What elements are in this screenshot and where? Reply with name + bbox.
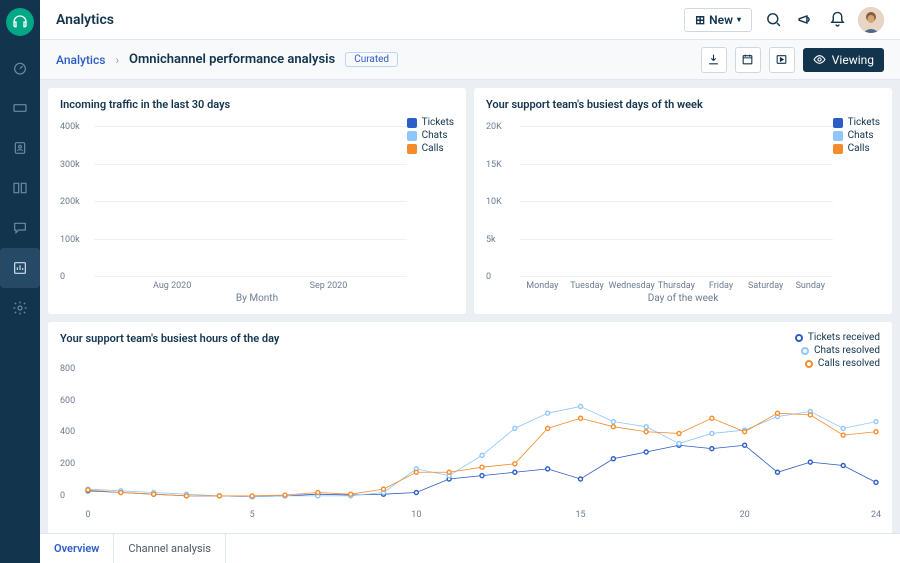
new-button[interactable]: ⊞ New ▾ [684,8,752,32]
legend: Tickets Chats Calls [833,117,880,291]
breadcrumb-root[interactable]: Analytics [56,53,105,67]
viewing-button[interactable]: Viewing [803,48,884,72]
topbar: Analytics ⊞ New ▾ [40,0,900,40]
nav-gauge-icon[interactable] [0,48,40,88]
nav-analytics-icon[interactable] [0,248,40,288]
chart-title: Incoming traffic in the last 30 days [60,98,454,111]
breadcrumb-bar: Analytics › Omnichannel performance anal… [40,40,900,80]
plus-icon: ⊞ [695,13,705,27]
nav-contacts-icon[interactable] [0,128,40,168]
x-axis-label: By Month [60,293,454,304]
download-icon[interactable] [701,47,727,73]
legend-item: Tickets received [795,332,880,343]
legend: Tickets Chats Calls [407,117,454,291]
x-axis-label: Day of the week [486,293,880,304]
legend: Tickets received Chats resolved Calls reso… [795,332,880,369]
chart-title: Your support team's busiest hours of the… [60,332,279,363]
nav-chat-icon[interactable] [0,208,40,248]
chevron-right-icon: › [115,53,119,67]
legend-item: Chats [407,130,454,141]
chart-incoming-traffic: Incoming traffic in the last 30 days 010… [48,88,466,314]
megaphone-icon[interactable] [794,9,816,31]
eye-icon [813,53,826,66]
avatar[interactable] [858,7,884,33]
nav-settings-icon[interactable] [0,288,40,328]
curated-pill: Curated [345,52,398,67]
bottom-tabs: Overview Channel analysis [40,533,900,563]
brand-icon[interactable] [6,8,34,36]
legend-item: Calls resolved [805,358,880,369]
present-icon[interactable] [769,47,795,73]
chevron-down-icon: ▾ [737,15,741,24]
nav-tickets-icon[interactable] [0,88,40,128]
tab-channel-analysis[interactable]: Channel analysis [114,534,226,563]
legend-item: Calls [407,143,454,154]
calendar-icon[interactable] [735,47,761,73]
legend-item: Tickets [833,117,880,128]
legend-item: Chats resolved [801,345,880,356]
legend-item: Chats [833,130,880,141]
search-icon[interactable] [762,9,784,31]
page-title: Analytics [56,12,684,28]
tab-overview[interactable]: Overview [40,534,114,563]
legend-item: Calls [833,143,880,154]
breadcrumb-page: Omnichannel performance analysis [129,52,335,67]
chart-busiest-hours: Your support team's busiest hours of the… [48,322,892,555]
legend-item: Tickets [407,117,454,128]
new-button-label: New [709,13,733,27]
chart-title: Your support team's busiest days of th w… [486,98,880,111]
nav-kb-icon[interactable] [0,168,40,208]
bell-icon[interactable] [826,9,848,31]
chart-busiest-days: Your support team's busiest days of th w… [474,88,892,314]
sidebar [0,0,40,563]
viewing-label: Viewing [832,53,874,67]
